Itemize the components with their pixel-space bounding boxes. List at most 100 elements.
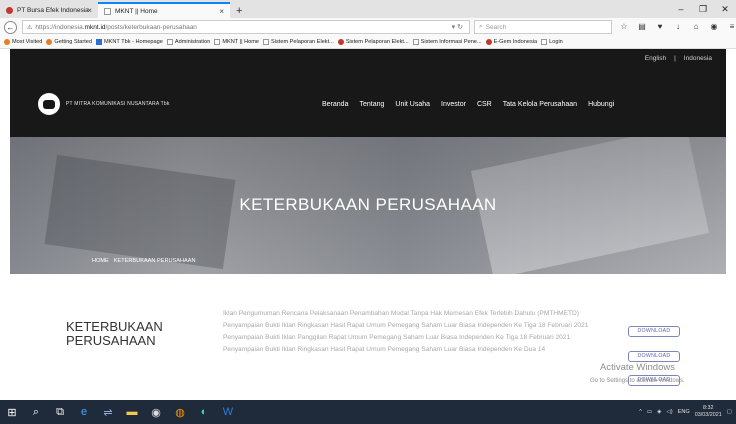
idx-favicon-icon	[6, 7, 13, 14]
lang-english-link[interactable]: English	[645, 55, 666, 62]
bookmark-item[interactable]: MKNT Tbk - Homepage	[96, 39, 163, 45]
browser-tab-bar: PT Bursa Efek Indonesia × MKNT || Home ×…	[0, 0, 736, 18]
file-explorer-icon[interactable]: ▬	[120, 400, 144, 424]
url-prefix: https://indonesia.	[35, 23, 85, 31]
windows-start-icon[interactable]: ⊞	[0, 400, 24, 424]
close-window-icon[interactable]: ✕	[714, 0, 736, 18]
breadcrumb-current: KETERBUKAAN PERUSAHAAN	[113, 258, 196, 264]
edge-icon[interactable]: e	[72, 400, 96, 424]
bookmark-item[interactable]: Sistem Pelaporan Elekt...	[263, 39, 334, 45]
extension-icon[interactable]: ◉	[708, 20, 720, 34]
lang-indonesia-link[interactable]: Indonesia	[684, 55, 712, 62]
bookmark-label: Most Visited	[12, 39, 43, 45]
bookmark-item[interactable]: Login	[541, 39, 563, 45]
maximize-icon[interactable]: ❐	[692, 0, 714, 18]
url-domain: mknt.id	[84, 23, 106, 31]
clock-date: 03/03/2021	[694, 412, 722, 418]
bookmark-item[interactable]: Most Visited	[4, 39, 42, 45]
bookmark-item[interactable]: Administration	[166, 39, 211, 45]
hero-banner: KETERBUKAAN PERUSAHAAN HOME KETERBUKAAN …	[10, 137, 726, 274]
page-icon	[263, 39, 270, 45]
task-view-icon[interactable]: ⧉	[48, 400, 72, 424]
minimize-icon[interactable]: –	[670, 0, 692, 18]
home-icon[interactable]: ⌂	[690, 20, 702, 34]
page-icon	[214, 39, 221, 45]
bookmark-item[interactable]: Sistem Informasi Pene...	[412, 39, 482, 45]
search-input[interactable]: ⌕ Search	[474, 20, 612, 34]
clock[interactable]: 8:32 03/03/2021	[695, 405, 722, 419]
bookmark-label: Getting Started	[54, 39, 92, 45]
company-name: PT MITRA KOMUNIKASI NUSANTARA Tbk	[66, 101, 170, 107]
search-placeholder: Search	[485, 23, 507, 31]
breadcrumb-home-link[interactable]: HOME	[92, 258, 109, 264]
language-switcher: English | Indonesia	[645, 55, 712, 62]
menu-item-unit-usaha[interactable]: Unit Usaha	[395, 101, 430, 108]
browser-nav-bar: ← ⚠ https://indonesia. mknt.id/posts/kete…	[0, 18, 736, 36]
bookmark-label: Login	[549, 39, 563, 45]
download-button[interactable]: DOWNLOAD	[628, 351, 680, 362]
pocket-icon[interactable]: ♥	[654, 20, 666, 34]
back-arrow-icon[interactable]: ←	[4, 20, 17, 34]
document-list: Iklan Pengumuman Rencana Pelaksanaan Pen…	[223, 308, 623, 356]
bookmark-item[interactable]: E-Gem Indonesia	[485, 39, 538, 45]
notifications-icon[interactable]: ▢	[727, 409, 732, 415]
bookmark-item[interactable]: Sistem Pelaporan Elekt...	[337, 39, 409, 45]
download-icon[interactable]: ↓	[672, 20, 684, 34]
page-icon	[541, 39, 548, 45]
reload-icon[interactable]: ▾ ↻	[452, 23, 463, 31]
bookmarks-bar: Most Visited Getting Started MKNT Tbk - …	[0, 36, 736, 49]
bookmark-label: Sistem Pelaporan Elekt...	[271, 39, 334, 45]
bookmark-star-icon[interactable]: ☆	[618, 20, 630, 34]
menu-item-csr[interactable]: CSR	[477, 101, 492, 108]
menu-item-beranda[interactable]: Beranda	[322, 101, 348, 108]
breadcrumb: HOME KETERBUKAAN PERUSAHAAN	[92, 258, 196, 264]
language-indicator[interactable]: ENG	[678, 409, 690, 415]
clock-time: 8:32	[702, 405, 714, 411]
bookmark-icon	[4, 39, 10, 45]
site-logo[interactable]: PT MITRA KOMUNIKASI NUSANTARA Tbk	[38, 93, 170, 115]
document-item[interactable]: Penyampaian Bukti Iklan Panggilan Rapat …	[223, 332, 623, 344]
reading-list-icon[interactable]: ▤	[636, 20, 648, 34]
activate-windows-subtitle: Go to Settings to activate Windows.	[590, 378, 685, 384]
menu-item-tata-kelola[interactable]: Tata Kelola Perusahaan	[503, 101, 577, 108]
menu-icon[interactable]: ≡	[726, 20, 736, 34]
bookmark-label: Sistem Pelaporan Elekt...	[345, 39, 409, 45]
bookmark-item[interactable]: MKNT || Home	[214, 39, 259, 45]
page-icon	[166, 39, 173, 45]
page-favicon-icon	[104, 7, 111, 15]
activate-windows-title: Activate Windows	[600, 362, 675, 373]
volume-icon[interactable]: ◁)	[666, 409, 672, 415]
battery-icon[interactable]: ▭	[647, 409, 652, 415]
download-button[interactable]: DOWNLOAD	[628, 326, 680, 337]
menu-item-tentang[interactable]: Tentang	[359, 101, 384, 108]
search-icon[interactable]: ⌕	[24, 400, 48, 424]
document-item[interactable]: Iklan Pengumuman Rencana Pelaksanaan Pen…	[223, 308, 623, 320]
close-tab-icon[interactable]: ×	[219, 7, 224, 16]
page-icon	[412, 39, 419, 45]
mknt-icon	[96, 39, 102, 45]
menu-item-investor[interactable]: Investor	[441, 101, 466, 108]
bookmark-label: MKNT || Home	[222, 39, 260, 45]
logo-mark-icon	[38, 93, 60, 115]
app-icon[interactable]: ◉	[144, 400, 168, 424]
tab-bursa-efek[interactable]: PT Bursa Efek Indonesia ×	[0, 3, 98, 18]
firefox-icon[interactable]: ◍	[168, 400, 192, 424]
page-title: KETERBUKAAN PERUSAHAAN	[239, 195, 497, 214]
network-icon[interactable]: ◈	[657, 409, 661, 415]
bookmark-label: E-Gem Indonesia	[493, 39, 538, 45]
close-tab-icon[interactable]: ×	[87, 6, 92, 15]
tray-chevron-icon[interactable]: ^	[639, 409, 642, 415]
chrome-icon[interactable]: ◐	[192, 400, 216, 424]
word-icon[interactable]: W	[216, 400, 240, 424]
bookmark-label: Administration	[174, 39, 211, 45]
new-tab-button[interactable]: +	[230, 3, 248, 18]
bookmark-item[interactable]: Getting Started	[46, 39, 92, 45]
document-item[interactable]: Penyampaian Bukti Iklan Ringkasan Hasil …	[223, 344, 623, 356]
tab-label: PT Bursa Efek Indonesia	[17, 7, 89, 14]
address-bar[interactable]: ⚠ https://indonesia. mknt.id/posts/keterb…	[22, 20, 470, 34]
document-item[interactable]: Penyampaian Bukti Iklan Ringkasan Hasil …	[223, 320, 623, 332]
windows-taskbar: ⊞ ⌕ ⧉ e ⇌ ▬ ◉ ◍ ◐ W ^ ▭ ◈ ◁) ENG 8:32 03…	[0, 400, 736, 424]
menu-item-hubungi[interactable]: Hubungi	[588, 101, 614, 108]
tab-mknt-home[interactable]: MKNT || Home ×	[98, 2, 230, 18]
store-icon[interactable]: ⇌	[96, 400, 120, 424]
